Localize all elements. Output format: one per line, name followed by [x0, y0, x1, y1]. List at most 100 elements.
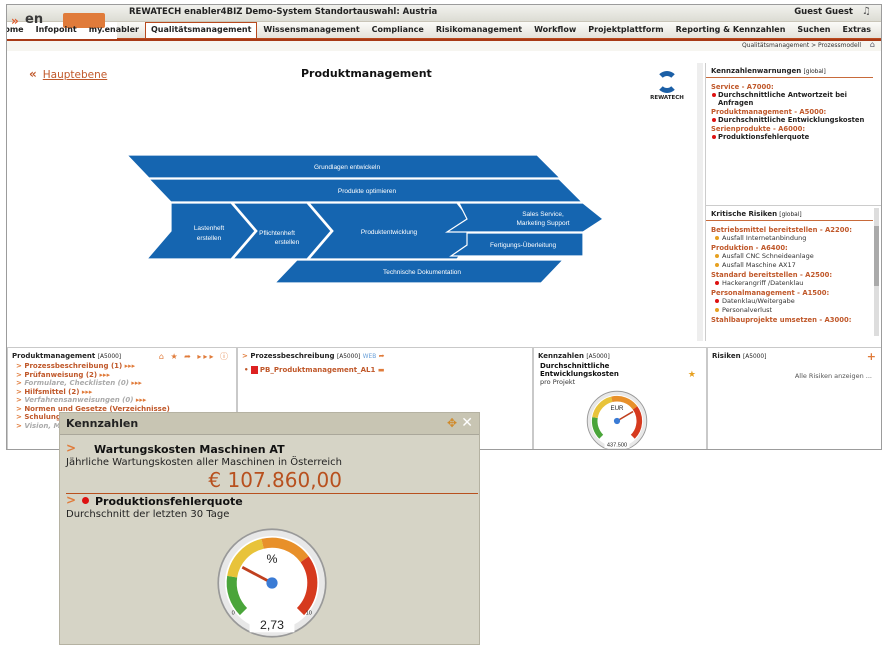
- kz-metric-name[interactable]: Durchschnittliche Entwicklungskosten: [534, 362, 706, 378]
- label-produktentwicklung: Produktentwicklung: [361, 229, 418, 236]
- nav-item-infopoint[interactable]: Infopoint: [30, 22, 83, 38]
- breadcrumb[interactable]: Qualitätsmanagement > Prozessmodell: [742, 42, 861, 49]
- show-all-risks-link[interactable]: Alle Risiken anzeigen ...: [795, 372, 872, 380]
- nav-item-projektplattform[interactable]: Projektplattform: [582, 22, 669, 38]
- risk-item[interactable]: Ausfall Maschine AX17: [706, 261, 881, 270]
- panel-toolbar-icons[interactable]: ⌂ ★ ➦ ▸▸▸ ⓘ: [159, 351, 230, 362]
- pm-list-item[interactable]: > Hilfsmittel (2) ▸▸▸: [8, 388, 236, 397]
- pm-list-item[interactable]: > Prozessbeschreibung (1) ▸▸▸: [8, 362, 236, 371]
- user-name[interactable]: Guest Guest: [794, 7, 853, 17]
- gauge-unit: EUR: [610, 405, 624, 412]
- nav-item-compliance[interactable]: Compliance: [366, 22, 430, 38]
- share-icon[interactable]: ➦: [379, 352, 385, 360]
- triple-chevron-icon[interactable]: ▸▸▸: [122, 362, 136, 370]
- kritische-risiken-panel: Kritische Risiken [global] Betriebsmitte…: [705, 205, 881, 341]
- back-link[interactable]: «Hauptebene: [29, 67, 107, 81]
- pm-list-label: Verfahrensanweisungen (0): [24, 396, 134, 404]
- triple-chevron-icon[interactable]: ▸▸▸: [129, 379, 142, 387]
- warning-item[interactable]: Produktionsfehlerquote: [706, 133, 881, 141]
- process-map-area: «Hauptebene Produktmanagement REWATECH G…: [7, 63, 703, 341]
- nav-item-workflow[interactable]: Workflow: [528, 22, 582, 38]
- label-sales-1: Sales Service,: [522, 211, 564, 218]
- popup-title: Kennzahlen: [66, 417, 139, 430]
- rewatech-logo: REWATECH: [649, 71, 685, 101]
- risks-scrollbar[interactable]: [874, 208, 879, 336]
- nav-item-my-enabler[interactable]: my.enabler: [83, 22, 145, 38]
- gauge-min: 0: [232, 610, 235, 616]
- nav-item-reporting-kennzahlen[interactable]: Reporting & Kennzahlen: [670, 22, 792, 38]
- gauge-hub: [613, 417, 621, 425]
- nav-item-risikomanagement[interactable]: Risikomanagement: [430, 22, 528, 38]
- metric1-value: € 107.860,00: [208, 468, 342, 492]
- risk-group[interactable]: Personalmanagement - A1500:: [706, 288, 881, 297]
- pm-list-item[interactable]: > Prüfanweisung (2) ▸▸▸: [8, 371, 236, 380]
- move-icon[interactable]: ✥: [447, 416, 457, 430]
- pm-list-item[interactable]: > Formulare, Checklisten (0) ▸▸▸: [8, 379, 236, 388]
- risk-group[interactable]: Produktion - A6400:: [706, 243, 881, 252]
- close-icon[interactable]: ✕: [461, 415, 473, 431]
- double-chevron-left-icon: «: [29, 67, 37, 81]
- risk-item[interactable]: Ausfall CNC Schneideanlage: [706, 252, 881, 261]
- top-header: » en REWATECH enabler4BIZ Demo-System St…: [7, 5, 881, 28]
- warning-group[interactable]: Service - A7000:: [706, 82, 881, 91]
- kennzahlen-mini-panel: Kennzahlen [A5000] Durchschnittliche Ent…: [533, 347, 707, 449]
- document-link[interactable]: • PB_Produktmanagement_AL1 ▬: [238, 362, 532, 374]
- nav-item-suchen[interactable]: Suchen: [791, 22, 836, 38]
- triple-chevron-icon[interactable]: ▸▸▸: [133, 396, 147, 404]
- metric2-description: Durchschnitt der letzten 30 Tage: [66, 509, 230, 520]
- risk-item[interactable]: Hackerangriff /Datenklau: [706, 279, 881, 288]
- label-lastenheft-2: erstellen: [197, 235, 222, 242]
- risk-group[interactable]: Stahlbauprojekte umsetzen - A3000:: [706, 315, 881, 324]
- pm-list-label: Formulare, Checklisten (0): [24, 379, 129, 387]
- gauge-unit: %: [267, 552, 278, 566]
- gauge-value: 437.500: [607, 442, 627, 448]
- breadcrumb-bar: Qualitätsmanagement > Prozessmodell ⌂: [7, 40, 881, 51]
- risiken-panel: Risiken [A5000] + Alle Risiken anzeigen …: [707, 347, 881, 449]
- nav-item-home[interactable]: Home: [7, 22, 30, 38]
- nav-item-qualit-tsmanagement[interactable]: Qualitätsmanagement: [144, 22, 258, 38]
- label-pflichtenheft-1: Pflichtenheft: [259, 230, 295, 237]
- popup-divider: [66, 493, 478, 494]
- user-icon[interactable]: ♫: [862, 6, 871, 17]
- warning-item[interactable]: Durchschnittliche Antwortzeit bei Anfrag…: [706, 91, 881, 107]
- triple-chevron-icon[interactable]: ▸▸▸: [79, 388, 93, 396]
- app-window: » en REWATECH enabler4BIZ Demo-System St…: [6, 4, 882, 450]
- risk-item[interactable]: Personalverlust: [706, 306, 881, 315]
- gauge-max: 10: [306, 610, 312, 616]
- label-pflichtenheft-2: erstellen: [275, 239, 300, 246]
- metric2-title: Produktionsfehlerquote: [95, 495, 243, 508]
- main-scrollbar[interactable]: [697, 63, 703, 341]
- warning-group[interactable]: Produktmanagement - A5000:: [706, 107, 881, 116]
- label-optimieren: Produkte optimieren: [338, 188, 397, 195]
- expand-arrow-icon[interactable]: >: [66, 493, 76, 507]
- pm-list-item[interactable]: > Verfahrensanweisungen (0) ▸▸▸: [8, 396, 236, 405]
- popup-header[interactable]: Kennzahlen ✥ ✕: [60, 413, 479, 435]
- kennzahlenwarnungen-panel: Kennzahlenwarnungen [global] Service - A…: [705, 63, 881, 205]
- warning-item[interactable]: Durchschnittliche Entwicklungskosten: [706, 116, 881, 124]
- metric1-description: Jährliche Wartungskosten aller Maschinen…: [66, 457, 343, 468]
- star-icon[interactable]: ★: [688, 370, 696, 380]
- nav-item-wissensmanagement[interactable]: Wissensmanagement: [257, 22, 365, 38]
- kennzahlen-popup: Kennzahlen ✥ ✕ > Wartungskosten Maschine…: [59, 412, 480, 645]
- metric1-title: Wartungskosten Maschinen AT: [94, 443, 285, 456]
- kz-gauge: EUR 437.500: [586, 390, 648, 449]
- nav-item-extras[interactable]: Extras: [836, 22, 877, 38]
- home-icon[interactable]: ⌂: [870, 40, 875, 49]
- risk-group[interactable]: Betriebsmittel bereitstellen - A2200:: [706, 225, 881, 234]
- page-title: Produktmanagement: [301, 67, 432, 80]
- risk-group[interactable]: Standard bereitstellen - A2500:: [706, 270, 881, 279]
- expand-arrow-icon[interactable]: >: [66, 441, 76, 455]
- pdf-icon: [250, 366, 258, 374]
- risk-item[interactable]: Ausfall Internetanbindung: [706, 234, 881, 243]
- pm-list-label: Prüfanweisung (2): [24, 370, 98, 379]
- risk-item[interactable]: Datenklau/Weitergabe: [706, 297, 881, 306]
- kz-metric-sub: pro Projekt: [540, 378, 576, 386]
- add-icon[interactable]: +: [867, 350, 876, 363]
- triple-chevron-icon[interactable]: ▸▸▸: [97, 371, 111, 379]
- fehlerquote-gauge: % 0 10 2,73: [217, 528, 327, 638]
- label-technische-doku: Technische Dokumentation: [383, 269, 461, 276]
- gauge-value: 2,73: [260, 618, 284, 632]
- system-info: REWATECH enabler4BIZ Demo-System Standor…: [129, 7, 438, 17]
- web-badge[interactable]: WEB: [363, 354, 376, 360]
- warning-group[interactable]: Serienprodukte - A6000:: [706, 124, 881, 133]
